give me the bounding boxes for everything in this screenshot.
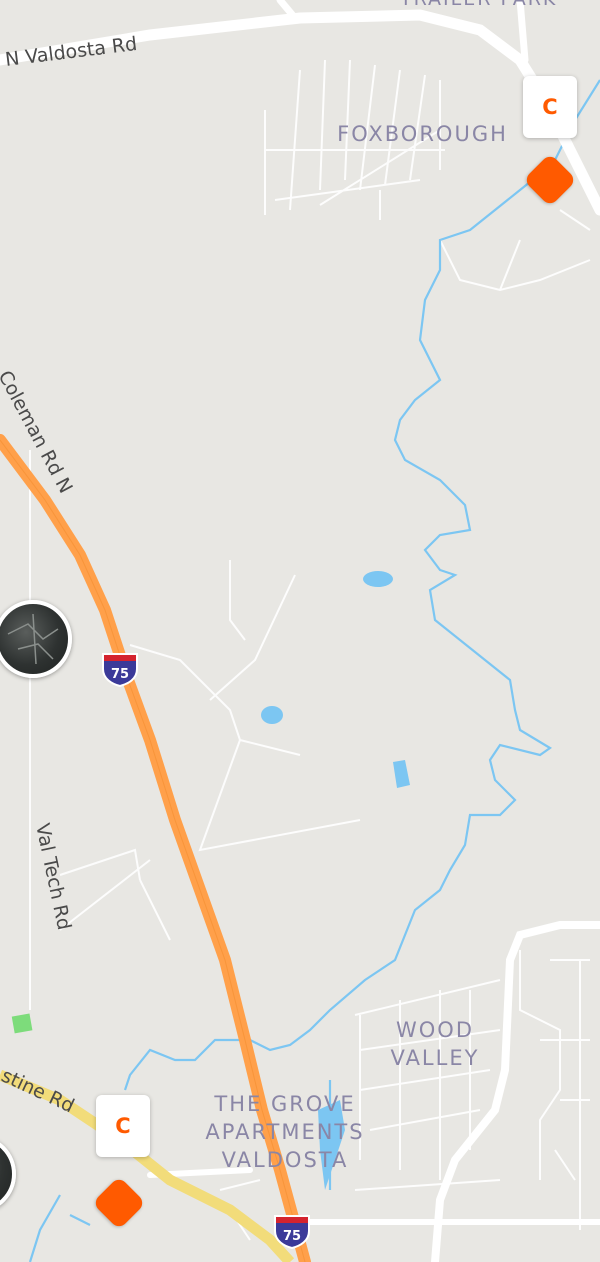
category-badge-bottom-letter: C (115, 1114, 131, 1138)
i75-shield-south-number: 75 (283, 1229, 301, 1244)
category-badge-bottom[interactable]: C (96, 1095, 150, 1157)
road-label-val-tech: Val Tech Rd (31, 821, 75, 932)
i75-shield-number: 75 (111, 667, 129, 682)
area-label-foxborough: FOXBOROUGH (337, 122, 508, 146)
i75-shield-south-icon: 75 (274, 1215, 310, 1249)
i75-shield-icon: 75 (102, 653, 138, 687)
road-label-coleman: Coleman Rd N (0, 367, 77, 497)
road-label-stine: stine Rd (0, 1065, 78, 1118)
photo-thumbnail-icon (7, 613, 59, 665)
area-label-the-grove: THE GROVE APARTMENTS VALDOSTA (205, 1092, 365, 1172)
area-label-trailer-park: TRAILER PARK (399, 0, 557, 10)
category-badge-top[interactable]: C (523, 76, 577, 138)
category-badge-top-letter: C (542, 95, 558, 119)
major-roads (0, 0, 600, 1262)
park-patch (11, 1013, 33, 1034)
road-label-n-valdosta: N Valdosta Rd (4, 33, 138, 71)
map-view[interactable]: N Valdosta Rd Coleman Rd N Val Tech Rd s… (0, 0, 600, 1262)
map-base: N Valdosta Rd Coleman Rd N Val Tech Rd s… (0, 0, 600, 1262)
area-label-wood-valley: WOOD VALLEY (390, 1018, 480, 1070)
